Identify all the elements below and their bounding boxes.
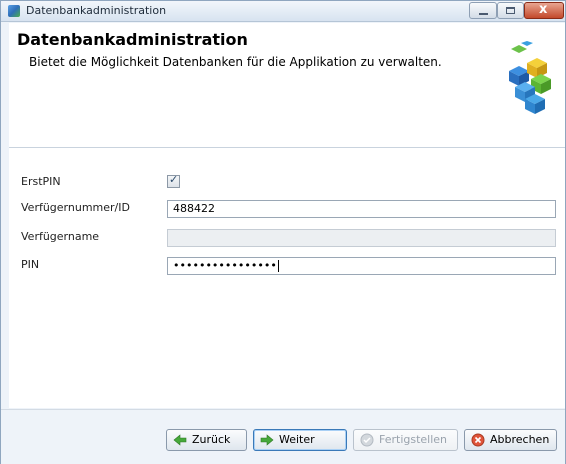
pin-label: PIN: [21, 258, 40, 271]
pin-value: ••••••••••••••••: [173, 259, 277, 272]
verfuegernummer-label: Verfügernummer/ID: [21, 201, 130, 214]
check-circle-icon: [360, 433, 374, 447]
page-title: Datenbankadministration: [17, 30, 248, 49]
back-label: Zurück: [192, 433, 231, 446]
maximize-icon: [506, 7, 515, 14]
window-title: Datenbankadministration: [26, 4, 167, 17]
database-blocks-logo: [509, 41, 551, 114]
next-label: Weiter: [279, 433, 315, 446]
finish-button[interactable]: Fertigstellen: [353, 429, 458, 451]
text-caret: [277, 260, 279, 272]
title-bar[interactable]: Datenbankadministration x: [1, 1, 565, 22]
page-description: Bietet die Möglichkeit Datenbanken für d…: [29, 55, 442, 69]
finish-label: Fertigstellen: [379, 433, 448, 446]
cancel-circle-icon: [471, 433, 485, 447]
close-button[interactable]: x: [524, 2, 564, 19]
close-icon: x: [539, 2, 548, 17]
wizard-header: Datenbankadministration Bietet die Mögli…: [9, 23, 565, 148]
checkmark-icon: ✓: [169, 173, 179, 186]
button-bar: Zurück Weiter Fertigstellen Abbrechen: [1, 409, 565, 464]
verfuegername-input[interactable]: [167, 229, 556, 247]
next-button[interactable]: Weiter: [253, 429, 347, 451]
verfuegernummer-input[interactable]: 488422: [167, 200, 556, 218]
minimize-button[interactable]: [469, 2, 497, 19]
verfuegername-label: Verfügername: [21, 230, 100, 243]
minimize-icon: [479, 13, 488, 15]
pin-input[interactable]: ••••••••••••••••: [167, 257, 556, 275]
database-icon: [8, 5, 20, 17]
wizard-window: Datenbankadministration x Datenbankadmin…: [0, 0, 566, 464]
form-panel: ErstPIN ✓ Verfügernummer/ID 488422 Verfü…: [9, 148, 565, 408]
maximize-button[interactable]: [497, 2, 524, 19]
back-button[interactable]: Zurück: [166, 429, 247, 451]
erstpin-checkbox[interactable]: ✓: [167, 173, 180, 188]
cancel-button[interactable]: Abbrechen: [464, 429, 557, 451]
cancel-label: Abbrechen: [490, 433, 550, 446]
arrow-right-icon: [260, 434, 274, 446]
arrow-left-icon: [173, 434, 187, 446]
erstpin-label: ErstPIN: [21, 175, 61, 188]
